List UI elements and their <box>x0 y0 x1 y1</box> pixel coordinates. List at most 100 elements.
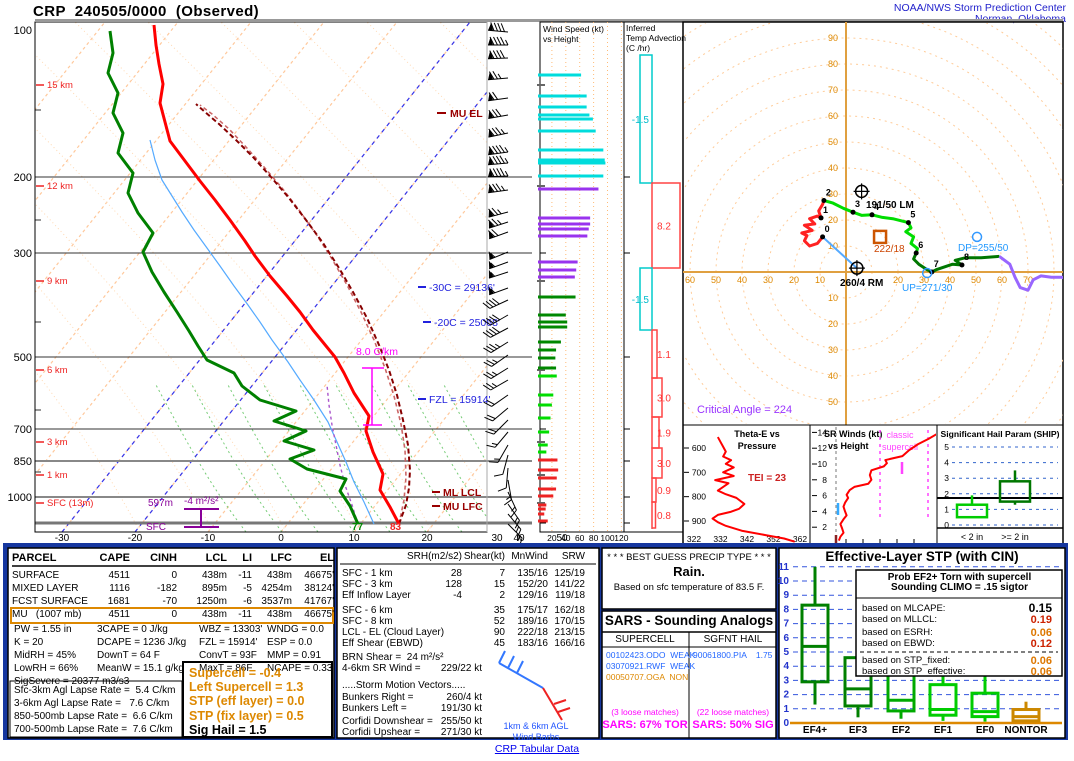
sars-supercell-matches: (3 loose matches) <box>602 707 688 717</box>
wind-barb <box>498 467 508 492</box>
temp-axis-label: 30 <box>491 533 503 544</box>
hodo-km-dot <box>821 198 826 203</box>
parcel-name: MIXED LAYER <box>12 583 79 594</box>
advection-panel <box>624 22 683 532</box>
advection-value: 0.9 <box>657 486 671 497</box>
stp-cat-label: EF0 <box>976 725 995 736</box>
hodo-ring-label: 50 <box>828 137 838 147</box>
prob-row-label: based on MLCAPE: <box>862 603 945 614</box>
parcel-name: SURFACE <box>12 570 59 581</box>
wind-speed-tick: 20 <box>547 533 557 543</box>
spc-sounding-page: CRP 240505/0000 (Observed) NOAA/NWS Stor… <box>0 0 1074 761</box>
kin-cell: 162/18 <box>515 605 585 616</box>
height-label: SFC (13m) <box>47 498 93 509</box>
temp-axis-label: -10 <box>201 533 216 544</box>
text-gfx: Temp Advection <box>626 33 686 43</box>
prob-row-value: 0.06 <box>1031 666 1052 678</box>
kin-label: SFC - 8 km <box>342 616 393 627</box>
kin-row: SFC - 3 km12815152/20141/22 <box>340 579 596 590</box>
advection-value: 0.8 <box>657 511 671 522</box>
thermo-stat: WNDG = 0.0 <box>267 624 324 635</box>
theta-ytick: 600 <box>692 443 706 453</box>
left-mover-label: 191/50 LM <box>866 200 914 211</box>
kin-cell: 125/19 <box>515 568 585 579</box>
text-gfx: (C /hr) <box>626 43 650 53</box>
parcel-row: MIXED LAYER1116-182895m-54254m38124' <box>12 583 332 596</box>
kin-cell: 170/15 <box>515 616 585 627</box>
lapse-rate: 850-500mb Lapse Rate = 6.6 C/km <box>14 711 173 722</box>
stp-ytick: 0 <box>783 718 789 729</box>
hodo-ring-label: 50 <box>828 397 838 407</box>
theta-xtick: 332 <box>713 534 727 544</box>
line-gfx <box>501 23 506 31</box>
moist-adiabat <box>228 385 318 532</box>
ship-ytick: 5 <box>944 442 949 452</box>
theta-ytick: 700 <box>692 467 706 477</box>
wind-speed-tick: 120 <box>614 533 628 543</box>
storm-motion-line <box>823 237 857 268</box>
wind-barb <box>488 50 508 59</box>
hodo-km-label: 5 <box>910 210 915 220</box>
thermo-stat: MMP = 0.91 <box>267 650 321 661</box>
stp-cat-label: EF1 <box>934 725 953 736</box>
kin-cell: 213/15 <box>515 627 585 638</box>
hodo-km-dot <box>851 210 856 215</box>
surface-dewpoint-F: 77 <box>352 522 364 533</box>
kin-label: LCL - EL (Cloud Layer) <box>342 627 444 638</box>
kin-kv-label: Corfidi Upshear = <box>342 727 423 738</box>
thermo-stat: LowRH = 66% <box>14 663 78 674</box>
temp-axis-label: 0 <box>278 533 284 544</box>
stp-ytick: 3 <box>783 675 789 686</box>
wind-barb <box>488 168 508 177</box>
thermo-stat: WBZ = 13303' <box>199 624 262 635</box>
ship-ytick: 3 <box>944 473 949 483</box>
theta-ytick: 900 <box>692 516 706 526</box>
hodo-ring-label: 50 <box>971 275 981 285</box>
temp-axis-label: -20 <box>128 533 143 544</box>
kin-row: SFC - 8 km52189/16170/15 <box>340 616 596 627</box>
prob-row-value: 0.19 <box>1031 614 1052 626</box>
hodo-ring <box>508 0 1074 610</box>
pressure-label: 300 <box>14 248 32 260</box>
sars-supercell-entry: 00102423.ODO WEAK <box>606 650 695 660</box>
theta-xtick: 342 <box>740 534 754 544</box>
thermo-stat: PW = 1.55 in <box>14 624 72 635</box>
tabular-data-link[interactable]: CRP Tabular Data <box>477 743 597 755</box>
wind-barb <box>487 107 508 118</box>
height-label: 1 km <box>47 470 68 481</box>
kin-row: LCL - EL (Cloud Layer)90222/18213/15 <box>340 627 596 638</box>
stp-chart-title: Effective-Layer STP (with CIN) <box>779 549 1065 564</box>
pressure-label: 1000 <box>8 492 32 504</box>
stp-cat-label: NONTOR <box>1004 725 1048 736</box>
isotherm-line <box>0 22 251 532</box>
pressure-label: 200 <box>14 172 32 184</box>
hodo-km-label: 7 <box>934 259 939 269</box>
wind-barb <box>489 441 508 466</box>
height-label: 6 km <box>47 365 68 376</box>
brn-shear: BRN Shear = 24 m²/s² <box>342 652 443 663</box>
advection-title: Inferred <box>626 23 656 33</box>
hodo-ring-label: 90 <box>828 33 838 43</box>
sketch-barb-label: 1km & 6km AGL <box>503 721 568 731</box>
prob-row-label: based on STP_effective: <box>862 666 965 677</box>
composite-index: Left Supercell = 1.3 <box>189 680 303 694</box>
wind-speed-tick: 40 <box>561 533 571 543</box>
line-gfx <box>501 37 505 45</box>
sr-ytick: 4 <box>822 506 827 516</box>
theta-ytick: 800 <box>692 492 706 502</box>
eff-inflow-sfc-label: SFC <box>146 522 166 533</box>
parcel-name: PARCEL <box>12 552 56 564</box>
sars-hail-header: SGFNT HAIL <box>690 634 776 645</box>
prob-row-label: based on STP_fixed: <box>862 655 950 666</box>
kin-label: Eff Shear (EBWD) <box>342 638 423 649</box>
line-gfx <box>497 37 501 45</box>
composite-index: STP (fix layer) = 0.5 <box>189 709 304 723</box>
line-gfx <box>494 23 499 31</box>
hodo-ring-label: 20 <box>828 319 838 329</box>
kin-label: SFC - 3 km <box>342 579 393 590</box>
lapse-rate: Sfc-3km Agl Lapse Rate = 5.4 C/km <box>14 685 175 696</box>
sars-supercell-entry: 03070921.RWF WEAK <box>606 661 695 671</box>
eff-inflow-top-label: 597m <box>148 498 173 509</box>
hodo-ring-label: 30 <box>763 275 773 285</box>
hodo-km-dot <box>819 215 824 220</box>
